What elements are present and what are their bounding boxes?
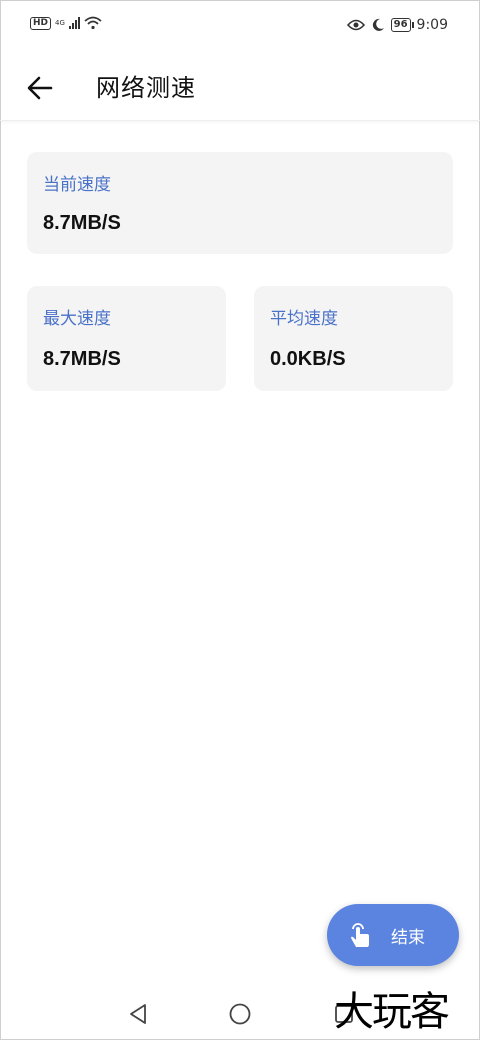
status-bar: HD 4G 96 9:09 [0,0,480,56]
wifi-icon [84,16,102,30]
nav-back-button[interactable] [124,1000,152,1028]
network-type-label: 4G [55,18,65,27]
end-test-button[interactable]: 结束 [327,904,459,966]
current-speed-value: 8.7MB/S [43,212,121,234]
average-speed-value: 0.0KB/S [270,348,346,370]
current-speed-label: 当前速度 [43,175,111,195]
nav-home-button[interactable] [226,1000,254,1028]
max-speed-label: 最大速度 [43,309,111,329]
max-speed-card: 最大速度 8.7MB/S [27,286,226,391]
signal-icon [68,17,80,29]
current-speed-card: 当前速度 8.7MB/S [27,152,453,254]
back-button[interactable] [22,70,58,106]
home-circle-icon [229,1003,251,1025]
app-bar: 网络测速 [0,56,480,121]
arrow-left-icon [27,76,53,100]
hd-icon: HD [30,16,52,30]
battery-icon: 96 [390,18,414,32]
moon-icon [372,18,384,31]
touch-icon [347,920,373,950]
status-right: 96 9:09 [346,17,448,33]
network-type: 4G [55,18,65,27]
average-speed-card: 平均速度 0.0KB/S [254,286,453,391]
max-speed-value: 8.7MB/S [43,348,121,370]
clock: 9:09 [416,17,448,33]
page-title: 网络测速 [96,74,196,102]
eye-icon [346,19,365,31]
watermark-logo: 大玩客 [334,989,450,1035]
end-test-label: 结束 [391,927,425,948]
average-speed-label: 平均速度 [270,309,338,329]
status-left: HD 4G [30,16,102,30]
back-triangle-icon [130,1004,146,1024]
